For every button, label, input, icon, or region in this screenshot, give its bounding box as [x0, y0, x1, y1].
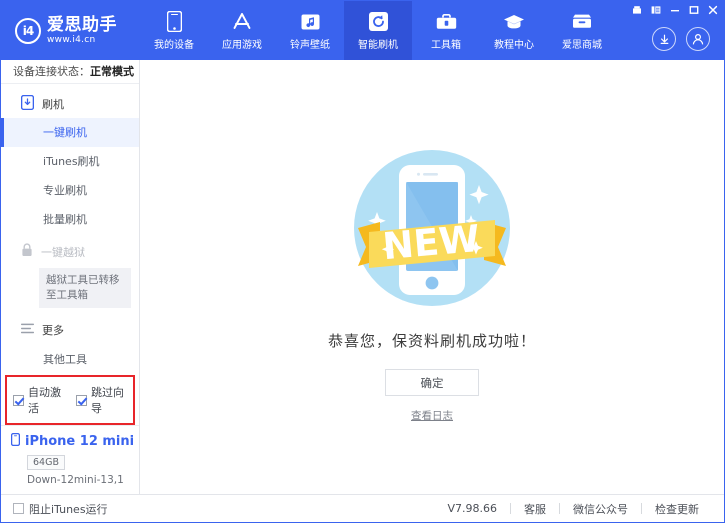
sidebar-item-download-firmware[interactable]: 下载固件: [1, 373, 139, 375]
list-icon: [21, 323, 34, 337]
sidebar-item-label: iTunes刷机: [43, 153, 100, 169]
flash-phone-icon: [21, 95, 34, 113]
sidebar-group-label: 一键越狱: [41, 244, 85, 260]
header-right-actions: [652, 27, 710, 51]
sidebar-item-other-tools[interactable]: 其他工具: [1, 344, 139, 373]
menu-icon[interactable]: [650, 4, 661, 15]
block-itunes-checkbox[interactable]: 阻止iTunes运行: [13, 501, 108, 517]
main-content: NEW 恭喜您，保资料刷机成功啦！ 确定 查看日志: [140, 60, 724, 494]
device-name-row: iPhone 12 mini: [11, 433, 139, 450]
app-logo[interactable]: i4 爱思助手 www.i4.cn: [1, 1, 140, 60]
nav-label: 工具箱: [431, 36, 461, 51]
nav-item-apps-games[interactable]: 应用游戏: [208, 1, 276, 60]
checkbox-box[interactable]: [76, 395, 87, 406]
checkbox-box[interactable]: [13, 395, 24, 406]
logo-name: 爱思助手: [47, 17, 117, 34]
jailbreak-tooltip: 越狱工具已转移至工具箱: [39, 268, 131, 308]
account-icon[interactable]: [686, 27, 710, 51]
main-nav: 我的设备 应用游戏 铃声壁纸 智能刷机: [140, 1, 616, 60]
logo-url: www.i4.cn: [47, 36, 117, 45]
checkbox-label: 跳过向导: [91, 384, 127, 416]
shop-icon: [571, 11, 593, 33]
sidebar-item-batch-flash[interactable]: 批量刷机: [1, 205, 139, 234]
maximize-icon[interactable]: [688, 4, 699, 15]
close-icon[interactable]: [707, 4, 718, 15]
graduation-cap-icon: [503, 11, 525, 33]
refresh-icon: [367, 11, 389, 33]
sidebar-item-label: 专业刷机: [43, 182, 87, 198]
sidebar-group-jailbreak: 一键越狱: [1, 238, 139, 266]
app-header: i4 爱思助手 www.i4.cn 我的设备 应用游戏: [1, 1, 724, 60]
phone-small-icon: [11, 433, 20, 450]
device-capacity-badge: 64GB: [27, 455, 65, 470]
checkbox-label: 阻止iTunes运行: [29, 501, 108, 517]
minimize-icon[interactable]: [669, 4, 680, 15]
nav-item-ringtones-wallpaper[interactable]: 铃声壁纸: [276, 1, 344, 60]
new-badge-illustration: NEW: [344, 140, 520, 316]
status-right-links: V7.98.66 客服 微信公众号 检查更新: [434, 501, 712, 517]
appstore-icon: [231, 11, 253, 33]
sidebar: 设备连接状态： 正常模式 刷机 一键刷机 iTunes刷机 专业刷机: [1, 60, 140, 494]
logo-mark-icon: i4: [15, 18, 41, 44]
confirm-button[interactable]: 确定: [385, 369, 479, 396]
nav-item-my-device[interactable]: 我的设备: [140, 1, 208, 60]
music-icon: [299, 11, 321, 33]
app-window: i4 爱思助手 www.i4.cn 我的设备 应用游戏: [0, 0, 725, 523]
nav-label: 应用游戏: [222, 36, 262, 51]
device-identifier: Down-12mini-13,1: [27, 474, 139, 486]
nav-item-toolbox[interactable]: 工具箱: [412, 1, 480, 60]
sidebar-item-one-key-flash[interactable]: 一键刷机: [1, 118, 139, 147]
sidebar-group-flash[interactable]: 刷机: [1, 90, 139, 118]
nav-label: 智能刷机: [358, 36, 398, 51]
nav-label: 铃声壁纸: [290, 36, 330, 51]
checkbox-box[interactable]: [13, 503, 24, 514]
auto-activate-checkbox[interactable]: 自动激活: [13, 384, 64, 416]
nav-item-i4-store[interactable]: 爱思商城: [548, 1, 616, 60]
app-body: 设备连接状态： 正常模式 刷机 一键刷机 iTunes刷机 专业刷机: [1, 60, 724, 494]
connection-status: 设备连接状态： 正常模式: [1, 60, 139, 84]
sidebar-item-label: 其他工具: [43, 351, 87, 367]
lock-icon: [21, 243, 33, 260]
download-icon[interactable]: [652, 27, 676, 51]
checkbox-label: 自动激活: [28, 384, 64, 416]
toolbox-icon: [435, 11, 457, 33]
connected-device-info[interactable]: iPhone 12 mini 64GB Down-12mini-13,1: [1, 425, 139, 494]
svg-text:NEW: NEW: [381, 217, 481, 268]
wechat-official-link[interactable]: 微信公众号: [560, 501, 641, 517]
nav-label: 爱思商城: [562, 36, 602, 51]
customer-service-link[interactable]: 客服: [511, 501, 559, 517]
app-version: V7.98.66: [434, 502, 510, 515]
check-update-link[interactable]: 检查更新: [642, 501, 712, 517]
connection-status-value: 正常模式: [90, 63, 134, 79]
sidebar-item-label: 批量刷机: [43, 211, 87, 227]
nav-label: 教程中心: [494, 36, 534, 51]
sidebar-group-label: 刷机: [42, 96, 64, 112]
sidebar-group-label: 更多: [42, 322, 64, 338]
success-headline: 恭喜您，保资料刷机成功啦！: [328, 330, 536, 351]
nav-item-smart-flash[interactable]: 智能刷机: [344, 1, 412, 60]
window-controls: [631, 4, 718, 15]
sidebar-item-itunes-flash[interactable]: iTunes刷机: [1, 147, 139, 176]
nav-label: 我的设备: [154, 36, 194, 51]
sidebar-item-label: 一键刷机: [43, 124, 87, 140]
device-name: iPhone 12 mini: [25, 434, 134, 449]
nav-item-tutorial-center[interactable]: 教程中心: [480, 1, 548, 60]
sidebar-group-more[interactable]: 更多: [1, 316, 139, 344]
phone-icon: [163, 11, 185, 33]
view-log-link[interactable]: 查看日志: [411, 408, 453, 423]
sidebar-item-pro-flash[interactable]: 专业刷机: [1, 176, 139, 205]
sidebar-menu: 刷机 一键刷机 iTunes刷机 专业刷机 批量刷机: [1, 84, 139, 375]
skip-setup-wizard-checkbox[interactable]: 跳过向导: [76, 384, 127, 416]
connection-status-label: 设备连接状态：: [13, 63, 90, 79]
sidebar-options-highlight: 自动激活 跳过向导: [5, 375, 135, 425]
status-bar: 阻止iTunes运行 V7.98.66 客服 微信公众号 检查更新: [1, 494, 724, 522]
gift-icon[interactable]: [631, 4, 642, 15]
